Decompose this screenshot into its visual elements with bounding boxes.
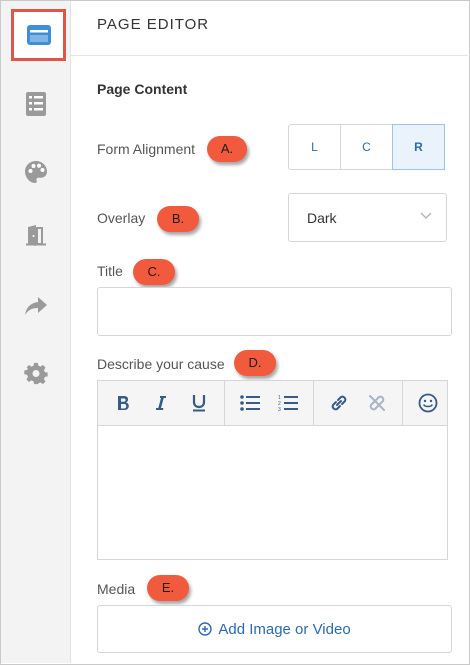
link-icon [331,395,347,411]
cause-label: Describe your cause [97,356,225,372]
unlink-icon [369,395,385,411]
annotation-badge-d: D. [234,350,276,376]
numbered-list-button[interactable]: 123 [269,381,307,425]
media-label: Media [97,581,136,597]
share-icon [24,297,47,315]
plus-circle-icon [198,622,213,636]
format-group [98,381,225,425]
sidebar-item-exit[interactable] [1,210,70,260]
cause-rich-text-editor[interactable]: 123 [97,380,448,560]
overlay-label: Overlay [97,210,146,226]
emoji-group [403,381,453,425]
sidebar-item-settings[interactable] [1,349,70,399]
chevron-down-icon [420,212,432,219]
align-right-option[interactable]: R [392,124,445,170]
title-label: Title [97,263,123,279]
sidebar-item-share[interactable] [1,281,70,331]
list-group: 123 [225,381,314,425]
numbered-list-icon: 123 [278,395,298,412]
annotation-badge-c: C. [133,259,175,285]
underline-icon [192,395,206,412]
door-icon [25,225,46,246]
sidebar-item-page-editor[interactable] [11,9,66,61]
add-media-button[interactable]: Add Image or Video [97,605,452,653]
add-media-label: Add Image or Video [218,620,351,638]
annotation-badge-b: B. [157,206,199,232]
form-alignment-segmented-control: L C R [288,124,445,170]
align-center-option[interactable]: C [341,125,393,169]
list-icon [25,92,46,116]
overlay-select[interactable]: Dark [288,193,447,242]
underline-button[interactable] [180,381,218,425]
title-input[interactable] [97,287,452,336]
emoji-button[interactable] [409,381,447,425]
bold-button[interactable] [104,381,142,425]
panel-header: PAGE EDITOR [71,1,468,56]
emoji-icon [418,393,438,413]
bold-icon [118,396,129,410]
unlink-button[interactable] [358,381,396,425]
section-title: Page Content [97,81,188,97]
link-button[interactable] [320,381,358,425]
italic-button[interactable] [142,381,180,425]
page-title: PAGE EDITOR [97,16,210,33]
svg-text:3: 3 [278,407,281,412]
sidebar-item-list[interactable] [1,79,70,129]
page-layout-icon [26,25,51,45]
palette-icon [24,161,47,183]
bullet-list-button[interactable] [231,381,269,425]
form-alignment-label: Form Alignment [97,141,196,157]
annotation-badge-e: E. [147,575,189,601]
link-group [314,381,403,425]
gear-icon [23,362,48,385]
sidebar-item-design[interactable] [1,147,70,197]
overlay-select-value: Dark [307,210,337,226]
align-left-option[interactable]: L [289,125,341,169]
editor-toolbar: 123 [98,381,447,426]
sidebar [1,1,71,663]
bullet-list-icon [240,395,260,411]
italic-icon [156,396,166,410]
annotation-badge-a: A. [207,136,247,162]
